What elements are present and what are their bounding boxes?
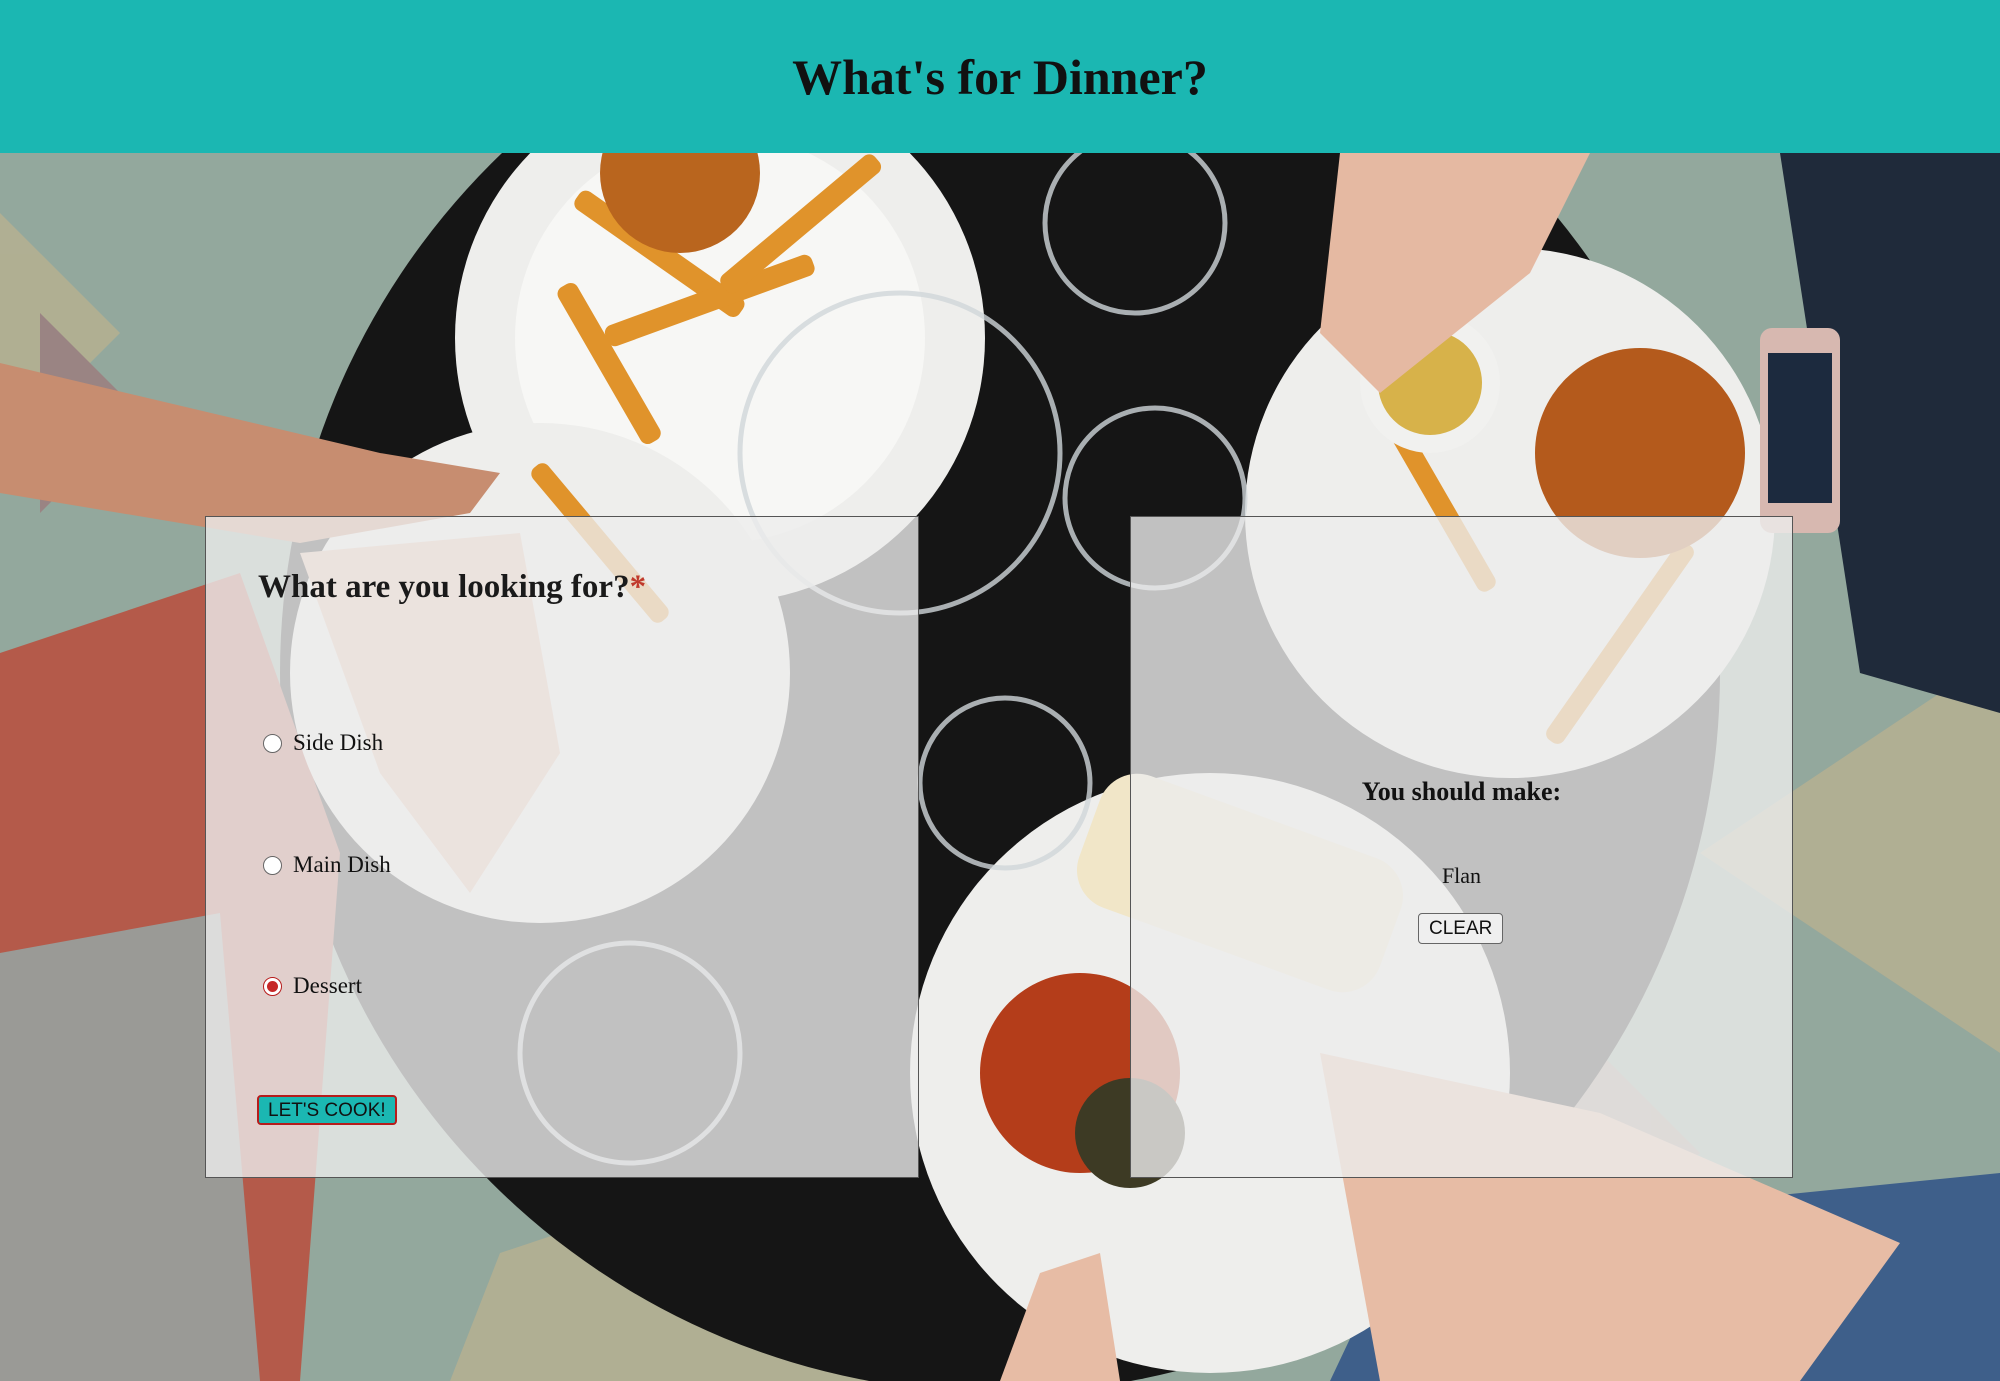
option-dessert[interactable]: Dessert: [263, 973, 362, 999]
page-title: What's for Dinner?: [792, 48, 1208, 105]
required-asterisk: *: [629, 569, 647, 605]
option-label: Dessert: [293, 973, 362, 998]
radio-side-dish[interactable]: [263, 733, 282, 753]
result-panel: You should make: Flan CLEAR: [1130, 516, 1793, 1178]
clear-button[interactable]: CLEAR: [1418, 913, 1504, 944]
option-main-dish[interactable]: Main Dish: [263, 852, 391, 878]
lets-cook-button[interactable]: LET'S COOK!: [257, 1095, 397, 1125]
radio-main-dish[interactable]: [263, 855, 282, 875]
option-label: Main Dish: [293, 852, 391, 877]
option-side-dish[interactable]: Side Dish: [263, 730, 383, 756]
result-value: Flan: [1441, 863, 1482, 888]
radio-dessert[interactable]: [263, 976, 282, 996]
question-text: What are you looking for?: [258, 569, 630, 605]
question-heading: What are you looking for?*: [258, 569, 646, 606]
page-header: What's for Dinner?: [0, 0, 2000, 153]
dish-type-form: What are you looking for?* Side Dish Mai…: [205, 516, 919, 1178]
result-title: You should make:: [1361, 777, 1562, 806]
option-label: Side Dish: [293, 730, 384, 755]
